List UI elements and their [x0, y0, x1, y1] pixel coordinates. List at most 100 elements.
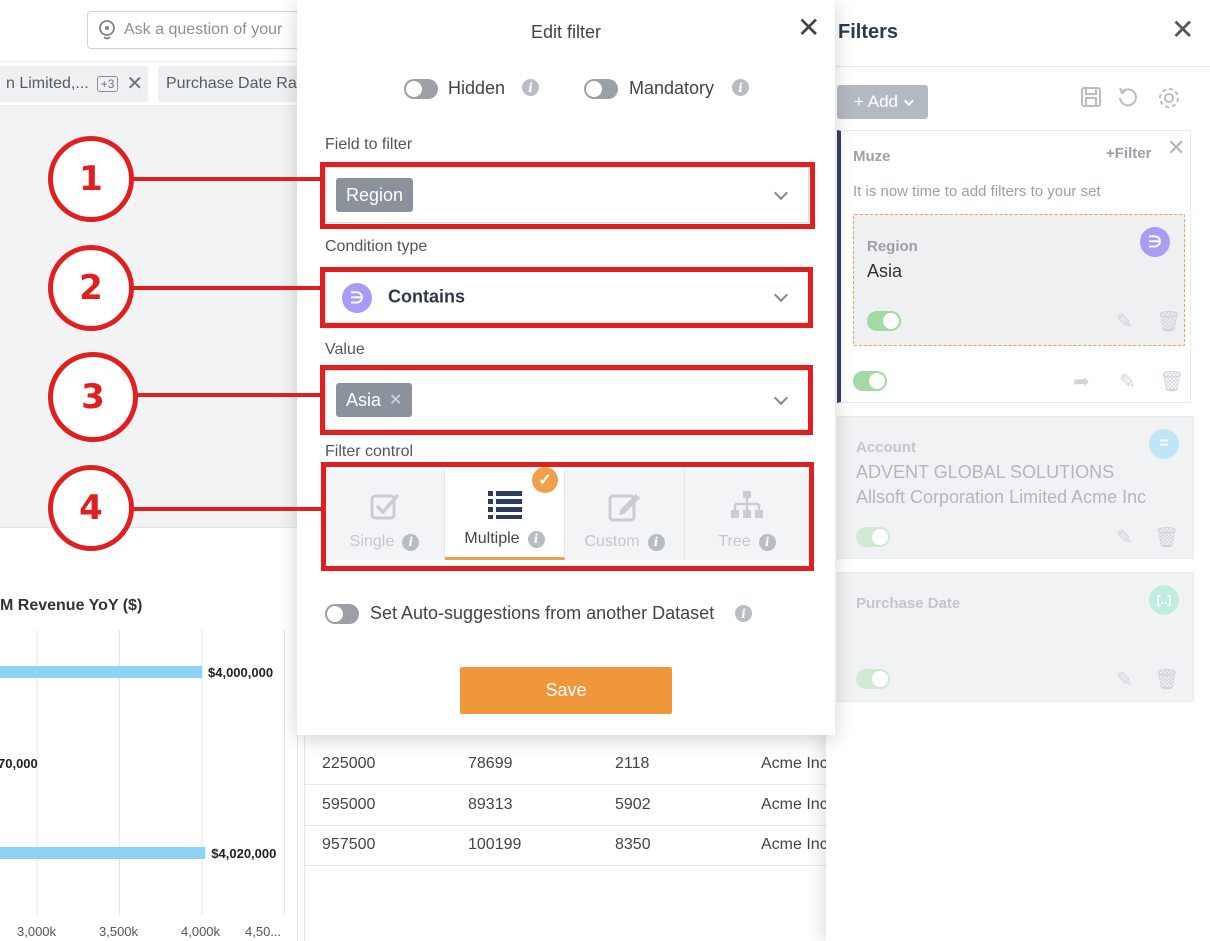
chart-bar[interactable] [0, 847, 206, 859]
info-icon[interactable]: i [522, 79, 539, 96]
annotation-box-4 [321, 462, 814, 571]
table-row: 595000 89313 5902 Acme Inc [305, 786, 826, 826]
annotation-line-4 [130, 507, 322, 511]
field-to-filter-label: Field to filter [325, 136, 413, 153]
filter-enabled-toggle[interactable] [856, 527, 890, 547]
edit-icon[interactable]: ✎ [1116, 309, 1133, 334]
add-label: + Add [854, 92, 898, 111]
close-filters-icon[interactable]: ✕ [1171, 16, 1194, 44]
trash-icon[interactable]: 🗑 [1154, 525, 1179, 550]
annotation-marker-2: 2 [48, 245, 134, 331]
set-name: Muze [853, 148, 891, 165]
table-cell: 5902 [615, 795, 651, 813]
remove-set-icon[interactable]: ✕ [1167, 137, 1185, 159]
revenue-bar-chart: $4,000,000 70,000 $4,020,000 3,000k 3,500k 4,… [0, 630, 285, 939]
table-cell: 2118 [615, 755, 650, 772]
close-modal-icon[interactable]: ✕ [797, 14, 820, 42]
bar-data-label: $4,020,000 [211, 846, 276, 861]
modal-title: Edit filter [530, 22, 602, 42]
table-cell: 8350 [615, 836, 651, 853]
set-hint: It is now time to add filters to your se… [853, 183, 1101, 200]
contains-operator-icon: ∋ [1140, 227, 1170, 257]
table-row: 957500 100199 8350 Acme Inc [305, 826, 826, 866]
data-table: 225000 78699 2118 Acme Inc 595000 89313 5902 Ac… [304, 735, 826, 941]
filters-title: Filters [838, 21, 899, 43]
filter-enabled-toggle[interactable] [856, 669, 890, 689]
region-filter-card[interactable]: Region Asia ∋ ✎ 🗑 [853, 214, 1185, 346]
auto-suggest-toggle[interactable] [325, 604, 359, 624]
value-label: Value [325, 341, 365, 358]
equals-operator-icon: = [1149, 429, 1179, 459]
mandatory-toggle[interactable] [584, 79, 618, 99]
filter-label: Account [856, 439, 916, 456]
table-cell: Acme Inc [761, 836, 826, 853]
annotation-marker-1: 1 [48, 136, 134, 222]
auto-suggest-label: Set Auto-suggestions from another Datase… [370, 603, 715, 623]
filter-enabled-toggle[interactable] [867, 311, 901, 331]
x-tick-label: 4,000k [181, 924, 221, 939]
chevron-down-icon [903, 95, 914, 106]
mandatory-label: Mandatory [629, 78, 715, 98]
filter-label: Purchase Date [856, 595, 961, 612]
table-cell: Acme Inc [761, 755, 826, 772]
bar-data-label: 70,000 [0, 756, 38, 771]
filters-panel: Filters ✕ + Add Muze +Filter ✕ It is now… [826, 0, 1210, 941]
chip-remove-icon[interactable]: ✕ [126, 74, 143, 94]
filter-value: Asia [867, 261, 903, 281]
table-cell: 89313 [468, 795, 513, 813]
empty-widget-area [0, 106, 298, 528]
chart-bar[interactable] [0, 666, 202, 678]
annotation-marker-4: 4 [48, 465, 134, 551]
add-filter-to-set-button[interactable]: +Filter [1106, 145, 1151, 162]
account-filter-card[interactable]: Account ADVENT GLOBAL SOLUTIONS Allsoft … [837, 416, 1194, 559]
reset-icon[interactable] [1117, 86, 1139, 108]
annotation-marker-3: 3 [48, 352, 138, 442]
info-icon[interactable]: i [732, 79, 749, 96]
gear-icon[interactable] [1157, 86, 1181, 110]
filter-set-card: Muze +Filter ✕ It is now time to add fil… [837, 130, 1191, 403]
table-cell: 225000 [322, 755, 376, 772]
chart-title: M Revenue YoY ($) [0, 597, 143, 614]
annotation-line-2 [130, 286, 322, 290]
edit-icon[interactable]: ✎ [1116, 525, 1133, 550]
trash-icon[interactable]: 🗑 [1154, 667, 1179, 692]
add-filter-button[interactable]: + Add [837, 85, 928, 119]
set-enabled-toggle[interactable] [853, 371, 887, 391]
edit-icon[interactable]: ✎ [1119, 369, 1136, 394]
annotation-box-1 [320, 162, 815, 229]
hidden-toggle[interactable] [404, 79, 438, 99]
save-icon[interactable] [1080, 86, 1102, 108]
condition-type-label: Condition type [325, 238, 428, 255]
annotation-line-3 [130, 393, 322, 397]
x-tick-label: 3,500k [99, 924, 139, 939]
table-cell: 100199 [468, 836, 522, 853]
range-operator-icon: [..] [1149, 585, 1179, 615]
purchase-date-filter-card[interactable]: Purchase Date [..] ✎ 🗑 [837, 572, 1194, 702]
filter-label: Region [867, 238, 918, 255]
trash-icon[interactable]: 🗑 [1159, 369, 1184, 394]
hidden-label: Hidden [448, 78, 506, 98]
share-icon[interactable]: ➦ [1073, 369, 1090, 394]
edit-icon[interactable]: ✎ [1116, 667, 1133, 692]
table-row: 225000 78699 2118 Acme Inc [305, 745, 826, 785]
account-filter-chip[interactable]: n Limited,... +3 ✕ [0, 66, 148, 102]
save-button[interactable]: Save [460, 667, 672, 714]
x-tick-label: 3,000k [17, 924, 57, 939]
filter-control-label: Filter control [325, 443, 414, 460]
x-tick-label: 4,50... [245, 924, 281, 939]
voice-icon[interactable] [96, 19, 118, 41]
divider [826, 66, 1210, 67]
trash-icon[interactable]: 🗑 [1156, 309, 1181, 334]
annotation-box-2 [320, 267, 813, 328]
table-cell: Acme Inc [761, 795, 826, 813]
annotation-line-1 [130, 177, 322, 181]
bar-data-label: $4,000,000 [208, 665, 273, 680]
chip-label: n Limited,... [6, 75, 89, 92]
purchase-date-chip[interactable]: Purchase Date Ra [158, 66, 300, 102]
info-icon[interactable]: i [735, 605, 752, 622]
table-cell: 957500 [322, 836, 376, 853]
chip-count-badge: +3 [96, 76, 119, 92]
table-cell: 595000 [322, 795, 376, 813]
table-cell: 78699 [468, 755, 513, 772]
chip-label: Purchase Date Ra [166, 75, 297, 92]
